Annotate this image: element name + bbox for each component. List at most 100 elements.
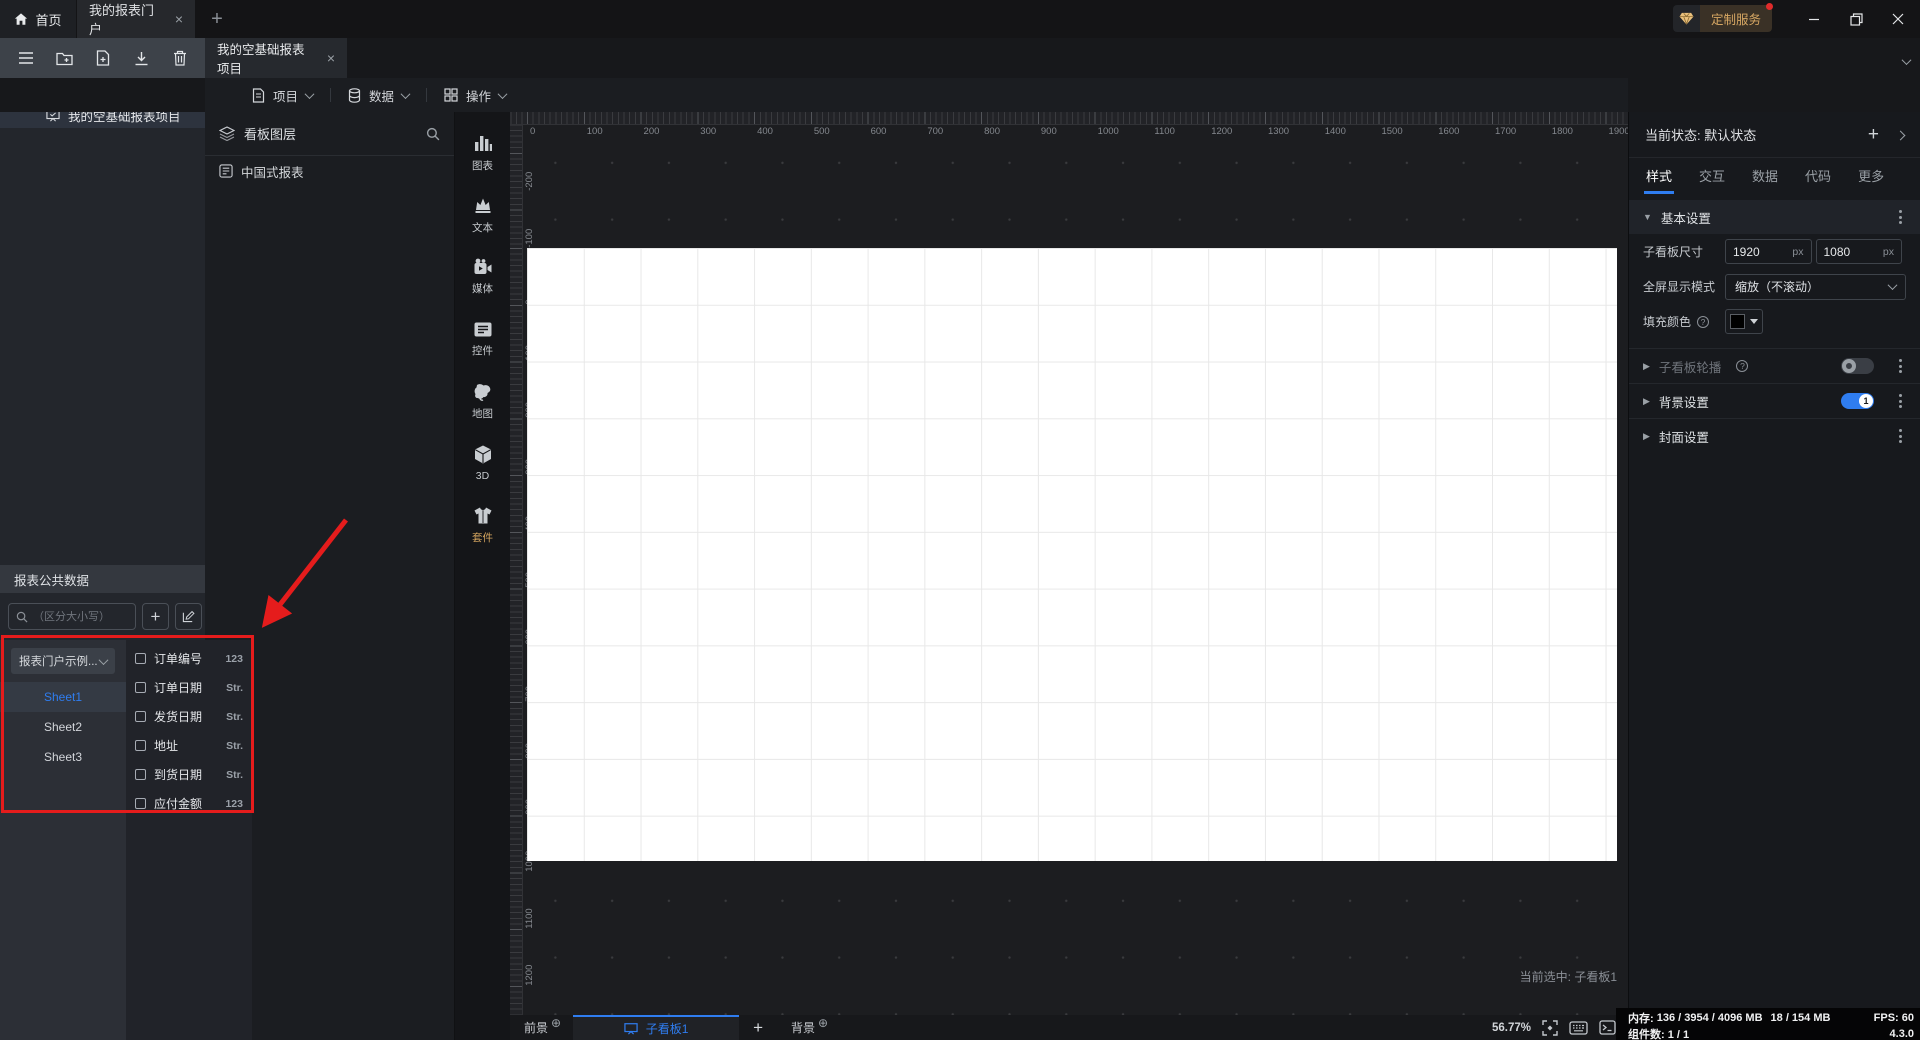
custom-service-badge[interactable]: 定制服务 <box>1672 3 1773 32</box>
help-icon[interactable]: ? <box>1736 360 1749 372</box>
fit-screen-button[interactable] <box>1542 1019 1558 1036</box>
field-checkbox[interactable] <box>135 798 146 809</box>
caret-right-icon: ▶ <box>1643 395 1650 406</box>
new-folder-button[interactable] <box>51 45 77 71</box>
component-3d-label: 3D <box>475 470 490 482</box>
sheet-item[interactable]: Sheet1 <box>0 682 126 712</box>
width-input[interactable]: 1920 px <box>1725 239 1812 264</box>
field-item[interactable]: 地址 Str. <box>126 731 252 760</box>
edit-dataset-button[interactable] <box>175 603 202 630</box>
field-name: 到货日期 <box>154 768 203 782</box>
inspector-tab[interactable]: 样式 <box>1643 166 1675 194</box>
kebab-menu-icon[interactable] <box>1895 206 1906 228</box>
layers-icon <box>219 126 235 141</box>
window-close-button[interactable] <box>1880 4 1916 34</box>
field-name: 订单日期 <box>154 681 203 695</box>
inspector-tab[interactable]: 交互 <box>1699 166 1725 194</box>
field-checkbox[interactable] <box>135 740 146 751</box>
field-item[interactable]: 订单日期 Str. <box>126 673 252 702</box>
sheet-item[interactable]: Sheet3 <box>0 742 126 772</box>
background-tab[interactable]: 背景 ⊕ <box>777 1015 836 1040</box>
subboard-tab-active[interactable]: 子看板1 <box>573 1015 740 1040</box>
document-tab[interactable]: 我的空基础报表项目 × <box>205 38 347 78</box>
document-tab-close-icon[interactable]: × <box>327 51 335 65</box>
inspector-tab[interactable]: 数据 <box>1752 166 1778 194</box>
component-3d[interactable]: 3D <box>455 432 510 494</box>
add-subboard-button[interactable]: + <box>739 1018 777 1038</box>
tab-home[interactable]: 首页 <box>0 0 76 38</box>
import-button[interactable] <box>128 45 154 71</box>
field-checkbox[interactable] <box>135 769 146 780</box>
search-input[interactable] <box>33 610 125 623</box>
new-file-button[interactable] <box>90 45 116 71</box>
field-item[interactable]: 发货日期 Str. <box>126 702 252 731</box>
datasource-dropdown[interactable]: 报表门户示例... <box>11 648 115 674</box>
menu-hamburger-button[interactable] <box>13 45 39 71</box>
field-item[interactable]: 订单编号 123 <box>126 644 252 673</box>
background-toggle-on[interactable]: 1 <box>1841 393 1874 409</box>
tab-portal[interactable]: 我的报表门户 × <box>77 0 195 38</box>
field-type-badge: Str. <box>226 681 243 694</box>
menu-data[interactable]: 数据 <box>331 86 426 105</box>
fill-color-picker[interactable] <box>1725 309 1763 334</box>
basic-settings-header[interactable]: ▼ 基本设置 <box>1629 200 1920 234</box>
field-checkbox[interactable] <box>135 682 146 693</box>
add-state-button[interactable]: + <box>1868 124 1879 146</box>
fullscreen-label: 全屏显示模式 <box>1643 280 1716 294</box>
tab-portal-close-icon[interactable]: × <box>175 12 183 26</box>
add-background-icon[interactable]: ⊕ <box>818 1016 828 1030</box>
new-tab-button[interactable]: + <box>205 7 229 31</box>
search-icon <box>426 127 440 140</box>
delete-button[interactable] <box>167 45 193 71</box>
kebab-menu-icon[interactable] <box>1895 390 1906 412</box>
field-checkbox[interactable] <box>135 653 146 664</box>
console-button[interactable] <box>1599 1020 1616 1035</box>
design-canvas[interactable]: 0 100 200 300 400 500 600 700 800 900 1000 1100 1200… <box>510 112 1628 1015</box>
chevron-down-icon <box>497 88 508 99</box>
carousel-toggle-off[interactable] <box>1841 358 1874 374</box>
fullscreen-select[interactable]: 缩放（不滚动） <box>1725 273 1906 300</box>
field-item[interactable]: 应付金额 123 <box>126 789 252 818</box>
layers-search-button[interactable] <box>426 127 440 141</box>
background-group-row[interactable]: ▶ 背景设置 1 <box>1629 383 1920 418</box>
diamond-icon <box>1672 5 1700 32</box>
add-foreground-icon[interactable]: ⊕ <box>551 1016 561 1030</box>
width-value: 1920 <box>1733 244 1760 259</box>
component-text[interactable]: 文本 <box>455 184 510 246</box>
menu-project[interactable]: 项目 <box>235 86 330 105</box>
artboard[interactable] <box>527 248 1617 861</box>
component-widget[interactable]: 控件 <box>455 308 510 370</box>
carousel-group-row[interactable]: ▶ 子看板轮播 ? <box>1629 348 1920 383</box>
collapse-toolbar-button[interactable] <box>1901 52 1912 70</box>
performance-stats: 内存: 136 / 3954 / 4096 MB 18 / 154 MB FPS… <box>1616 1008 1920 1040</box>
window-restore-button[interactable] <box>1838 4 1874 34</box>
component-media[interactable]: 媒体 <box>455 246 510 308</box>
add-dataset-button[interactable]: + <box>142 603 169 630</box>
window-minimize-button[interactable] <box>1796 4 1832 34</box>
folder-plus-icon <box>55 52 73 65</box>
height-input[interactable]: 1080 px <box>1815 239 1902 264</box>
menu-operation[interactable]: 操作 <box>427 86 523 105</box>
inspector-tab[interactable]: 代码 <box>1805 166 1831 194</box>
search-box[interactable] <box>8 603 136 630</box>
shortcut-keys-button[interactable] <box>1569 1020 1588 1035</box>
sheet-item[interactable]: Sheet2 <box>0 712 126 742</box>
field-type-badge: Str. <box>226 768 243 781</box>
ruler-label: 1500 <box>1381 126 1403 137</box>
layer-item[interactable]: 中国式报表 <box>205 156 454 186</box>
field-item[interactable]: 到货日期 Str. <box>126 760 252 789</box>
help-icon[interactable]: ? <box>1697 315 1710 328</box>
field-checkbox[interactable] <box>135 711 146 722</box>
kebab-menu-icon[interactable] <box>1895 355 1906 377</box>
menu-operation-label: 操作 <box>466 89 492 104</box>
inspector-tab[interactable]: 更多 <box>1858 166 1884 194</box>
kebab-menu-icon[interactable] <box>1895 425 1906 447</box>
foreground-tab[interactable]: 前景 ⊕ <box>510 1015 569 1040</box>
component-chart[interactable]: 图表 <box>455 122 510 184</box>
cover-group-row[interactable]: ▶ 封面设置 <box>1629 418 1920 453</box>
component-map[interactable]: 地图 <box>455 370 510 432</box>
component-kit[interactable]: 套件 <box>455 494 510 556</box>
height-value: 1080 <box>1823 244 1851 259</box>
expand-states-button[interactable] <box>1895 127 1906 142</box>
ruler-label: 100 <box>586 126 603 137</box>
